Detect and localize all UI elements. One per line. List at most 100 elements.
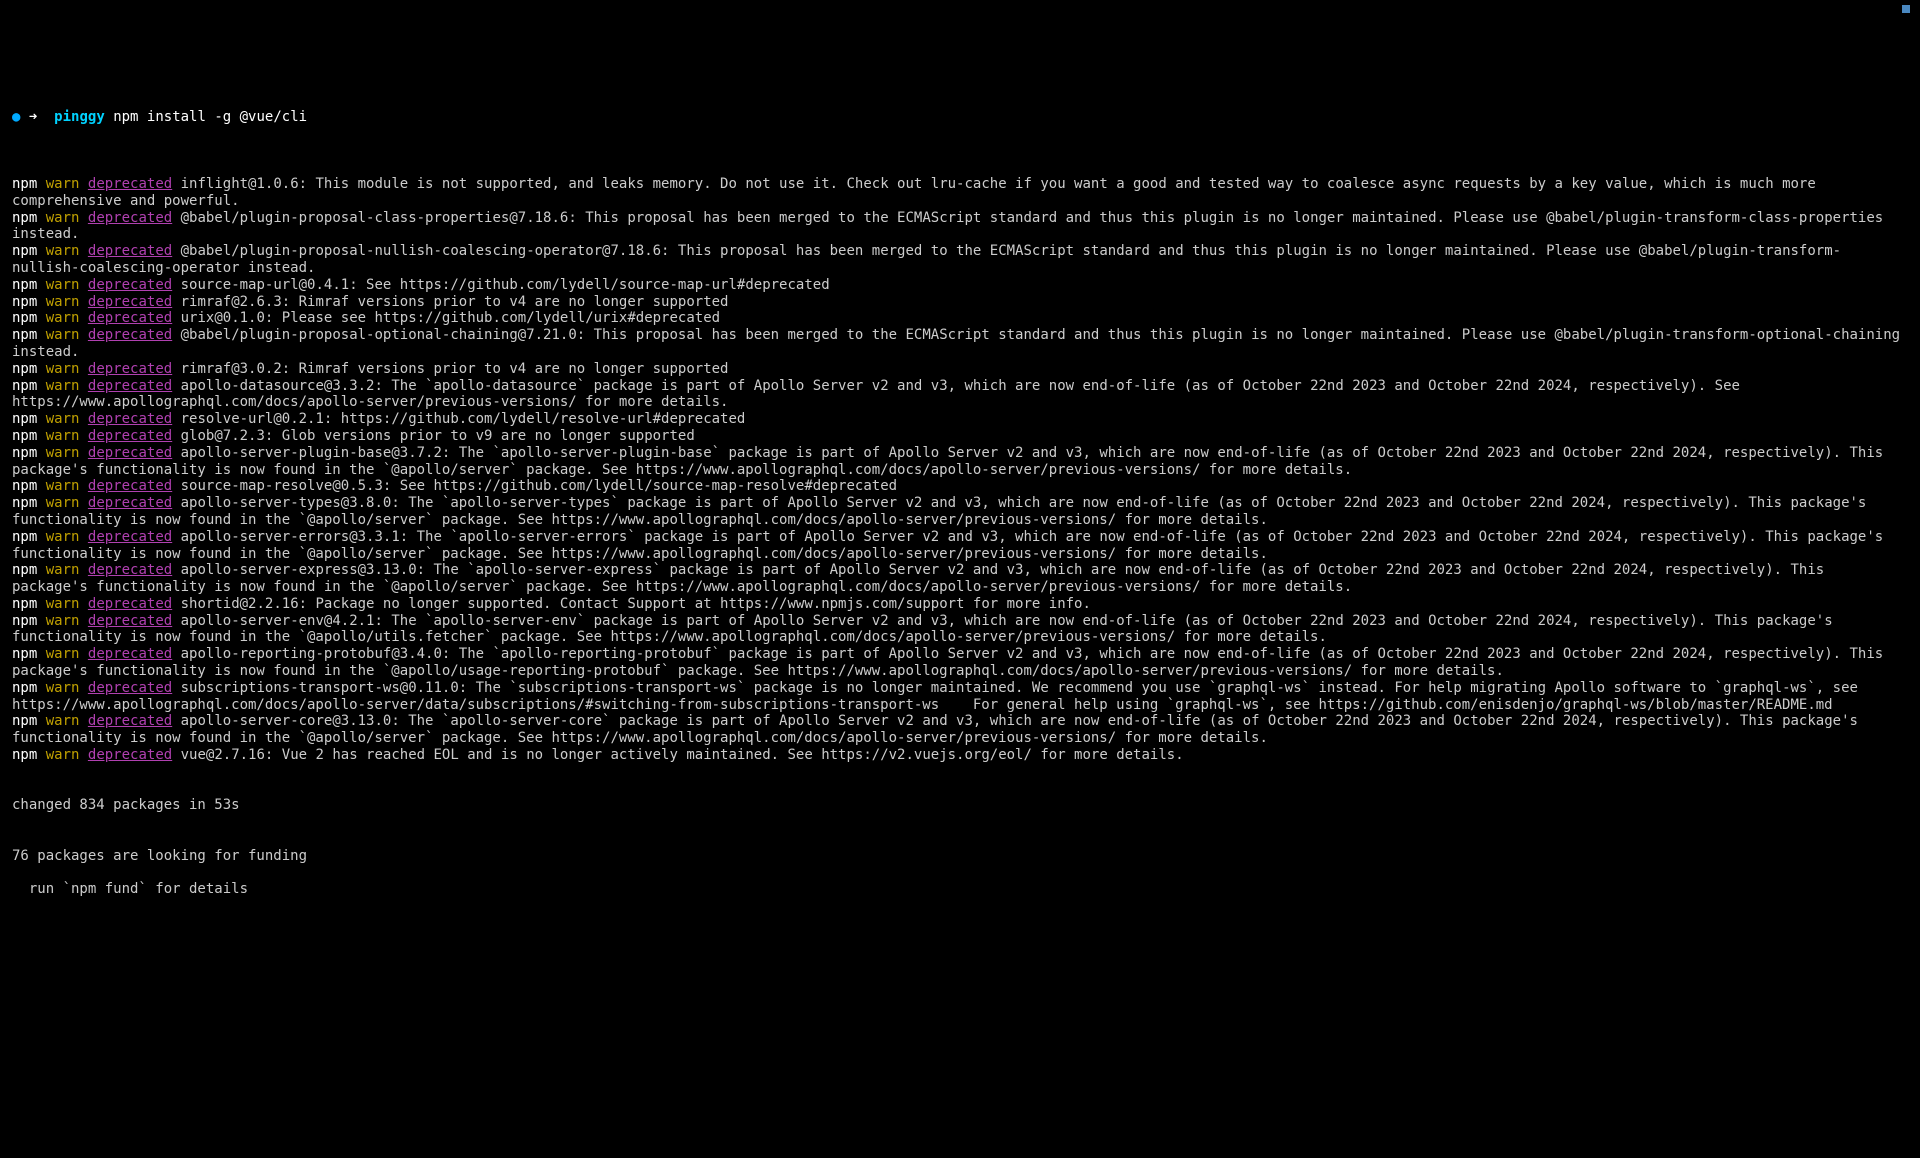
npm-token: npm xyxy=(12,680,37,696)
message-text: @babel/plugin-proposal-nullish-coalescin… xyxy=(12,243,1841,276)
deprecated-token: deprecated xyxy=(88,277,172,293)
warn-token: warn xyxy=(46,680,80,696)
warn-token: warn xyxy=(46,562,80,578)
npm-token: npm xyxy=(12,277,37,293)
warn-line: npm warn deprecated apollo-server-core@3… xyxy=(12,713,1908,747)
deprecated-token: deprecated xyxy=(88,495,172,511)
deprecated-token: deprecated xyxy=(88,176,172,192)
warn-line: npm warn deprecated apollo-datasource@3.… xyxy=(12,378,1908,412)
deprecated-token: deprecated xyxy=(88,646,172,662)
message-text: apollo-server-env@4.2.1: The `apollo-ser… xyxy=(12,613,1841,646)
deprecated-token: deprecated xyxy=(88,613,172,629)
warn-line: npm warn deprecated apollo-server-types@… xyxy=(12,495,1908,529)
deprecated-token: deprecated xyxy=(88,680,172,696)
deprecated-token: deprecated xyxy=(88,210,172,226)
npm-token: npm xyxy=(12,428,37,444)
warn-line: npm warn deprecated @babel/plugin-propos… xyxy=(12,327,1908,361)
warn-line: npm warn deprecated source-map-url@0.4.1… xyxy=(12,277,1908,294)
warn-token: warn xyxy=(46,495,80,511)
message-text: apollo-datasource@3.3.2: The `apollo-dat… xyxy=(12,378,1748,411)
message-text: vue@2.7.16: Vue 2 has reached EOL and is… xyxy=(172,747,1183,763)
message-text: @babel/plugin-proposal-class-properties@… xyxy=(12,210,1892,243)
npm-token: npm xyxy=(12,562,37,578)
npm-token: npm xyxy=(12,713,37,729)
npm-token: npm xyxy=(12,378,37,394)
deprecated-token: deprecated xyxy=(88,378,172,394)
message-text: inflight@1.0.6: This module is not suppo… xyxy=(12,176,1824,209)
deprecated-token: deprecated xyxy=(88,529,172,545)
deprecated-token: deprecated xyxy=(88,747,172,763)
warn-line: npm warn deprecated shortid@2.2.16: Pack… xyxy=(12,596,1908,613)
deprecated-token: deprecated xyxy=(88,361,172,377)
warn-token: warn xyxy=(46,378,80,394)
message-text: source-map-resolve@0.5.3: See https://gi… xyxy=(172,478,897,494)
warn-token: warn xyxy=(46,445,80,461)
npm-token: npm xyxy=(12,596,37,612)
message-text: apollo-server-errors@3.3.1: The `apollo-… xyxy=(12,529,1892,562)
warn-line: npm warn deprecated source-map-resolve@0… xyxy=(12,478,1908,495)
deprecated-token: deprecated xyxy=(88,478,172,494)
warn-token: warn xyxy=(46,713,80,729)
warn-token: warn xyxy=(46,596,80,612)
message-text: source-map-url@0.4.1: See https://github… xyxy=(172,277,829,293)
npm-token: npm xyxy=(12,411,37,427)
prompt-command: npm install -g @vue/cli xyxy=(113,109,307,125)
warn-token: warn xyxy=(46,613,80,629)
status-indicator xyxy=(1902,5,1910,13)
warn-token: warn xyxy=(46,294,80,310)
npm-token: npm xyxy=(12,646,37,662)
warn-line: npm warn deprecated subscriptions-transp… xyxy=(12,680,1908,714)
deprecated-token: deprecated xyxy=(88,243,172,259)
npm-token: npm xyxy=(12,361,37,377)
warn-line: npm warn deprecated apollo-server-plugin… xyxy=(12,445,1908,479)
prompt-dir: pinggy xyxy=(54,109,105,125)
warn-line: npm warn deprecated apollo-server-env@4.… xyxy=(12,613,1908,647)
npm-token: npm xyxy=(12,495,37,511)
npm-token: npm xyxy=(12,747,37,763)
warn-token: warn xyxy=(46,210,80,226)
message-text: urix@0.1.0: Please see https://github.co… xyxy=(172,310,720,326)
message-text: apollo-reporting-protobuf@3.4.0: The `ap… xyxy=(12,646,1892,679)
message-text: apollo-server-plugin-base@3.7.2: The `ap… xyxy=(12,445,1892,478)
message-text: @babel/plugin-proposal-optional-chaining… xyxy=(12,327,1909,360)
warn-token: warn xyxy=(46,646,80,662)
message-text: apollo-server-types@3.8.0: The `apollo-s… xyxy=(12,495,1875,528)
npm-token: npm xyxy=(12,310,37,326)
deprecated-token: deprecated xyxy=(88,310,172,326)
funding-run: run `npm fund` for details xyxy=(12,881,1908,898)
prompt-line[interactable]: ● ➜ pinggy npm install -g @vue/cli xyxy=(12,109,1908,126)
deprecated-token: deprecated xyxy=(88,562,172,578)
warn-token: warn xyxy=(46,361,80,377)
warn-line: npm warn deprecated rimraf@3.0.2: Rimraf… xyxy=(12,361,1908,378)
warn-token: warn xyxy=(46,478,80,494)
npm-token: npm xyxy=(12,327,37,343)
npm-token: npm xyxy=(12,176,37,192)
warn-token: warn xyxy=(46,747,80,763)
warn-line: npm warn deprecated vue@2.7.16: Vue 2 ha… xyxy=(12,747,1908,764)
message-text: rimraf@2.6.3: Rimraf versions prior to v… xyxy=(172,294,728,310)
deprecated-token: deprecated xyxy=(88,445,172,461)
warn-token: warn xyxy=(46,176,80,192)
warn-line: npm warn deprecated apollo-server-expres… xyxy=(12,562,1908,596)
prompt-dot-icon: ● xyxy=(12,109,20,125)
prompt-arrow-icon: ➜ xyxy=(29,109,37,125)
terminal-output[interactable]: npm warn deprecated inflight@1.0.6: This… xyxy=(12,176,1908,764)
deprecated-token: deprecated xyxy=(88,713,172,729)
warn-token: warn xyxy=(46,428,80,444)
message-text: shortid@2.2.16: Package no longer suppor… xyxy=(172,596,1091,612)
npm-token: npm xyxy=(12,529,37,545)
warn-token: warn xyxy=(46,327,80,343)
blank-line xyxy=(12,142,1908,159)
npm-token: npm xyxy=(12,478,37,494)
warn-line: npm warn deprecated glob@7.2.3: Glob ver… xyxy=(12,428,1908,445)
warn-line: npm warn deprecated @babel/plugin-propos… xyxy=(12,243,1908,277)
warn-line: npm warn deprecated apollo-server-errors… xyxy=(12,529,1908,563)
message-text: apollo-server-core@3.13.0: The `apollo-s… xyxy=(12,713,1866,746)
deprecated-token: deprecated xyxy=(88,428,172,444)
message-text: subscriptions-transport-ws@0.11.0: The `… xyxy=(12,680,1866,713)
npm-token: npm xyxy=(12,243,37,259)
funding-summary: 76 packages are looking for funding xyxy=(12,848,1908,865)
npm-token: npm xyxy=(12,294,37,310)
npm-token: npm xyxy=(12,445,37,461)
warn-token: warn xyxy=(46,277,80,293)
